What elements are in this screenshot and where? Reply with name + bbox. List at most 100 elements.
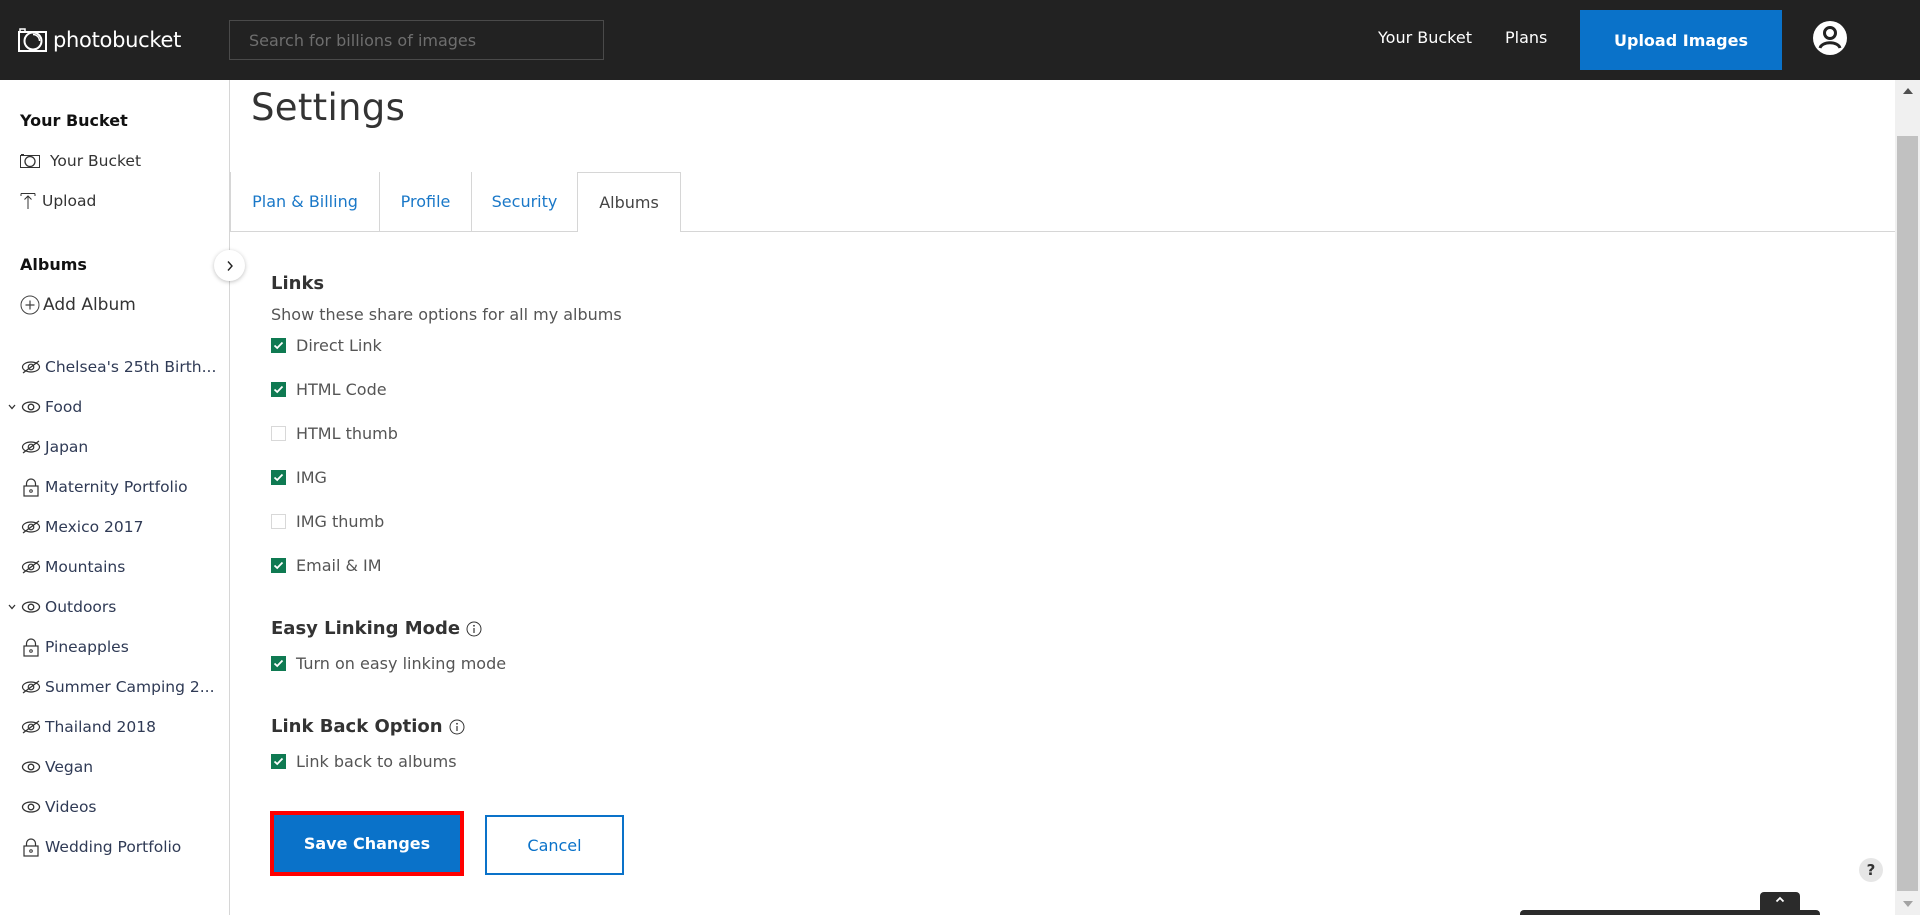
album-item[interactable]: Wedding Portfolio [4, 836, 181, 858]
tab-plan-billing[interactable]: Plan & Billing [230, 172, 379, 231]
album-label: Vegan [45, 758, 94, 776]
tabs-divider [230, 231, 1895, 232]
checkbox-html-thumb[interactable]: HTML thumb [271, 424, 398, 443]
checkbox-label: HTML thumb [296, 424, 398, 443]
checkbox-unchecked-icon[interactable] [271, 514, 286, 529]
album-item[interactable]: Chelsea's 25th Birth... [4, 356, 216, 378]
save-changes-button[interactable]: Save Changes [270, 811, 464, 876]
eye-slash-icon [20, 560, 42, 574]
checkbox-checked-icon[interactable] [271, 558, 286, 573]
lock-icon [20, 837, 42, 857]
add-album-button[interactable]: Add Album [20, 295, 136, 315]
scroll-up-arrow-icon[interactable] [1895, 80, 1920, 102]
eye-icon [20, 800, 42, 814]
checkbox-img-thumb[interactable]: IMG thumb [271, 512, 384, 531]
checkbox-link-back[interactable]: Link back to albums [271, 752, 457, 771]
album-item[interactable]: Food [4, 396, 82, 418]
checkbox-easy-linking[interactable]: Turn on easy linking mode [271, 654, 506, 673]
camera-logo-icon [18, 27, 47, 52]
album-label: Chelsea's 25th Birth... [45, 358, 217, 376]
album-item[interactable]: Thailand 2018 [4, 716, 156, 738]
top-header: photobucket Your Bucket Plans Upload Ima… [0, 0, 1920, 80]
checkbox-direct-link[interactable]: Direct Link [271, 336, 382, 355]
eye-slash-icon [20, 680, 42, 694]
sidebar-item-label: Upload [42, 192, 97, 210]
checkbox-checked-icon[interactable] [271, 754, 286, 769]
checkbox-label: HTML Code [296, 380, 387, 399]
album-label: Maternity Portfolio [45, 478, 188, 496]
help-button[interactable]: ? [1859, 858, 1883, 882]
add-album-label: Add Album [43, 295, 136, 315]
sidebar: Your Bucket Your Bucket Upload Albums Ad… [0, 80, 230, 915]
album-label: Thailand 2018 [45, 718, 156, 736]
nav-plans[interactable]: Plans [1505, 28, 1547, 47]
lock-icon [20, 637, 42, 657]
cancel-button[interactable]: Cancel [485, 815, 624, 875]
album-item[interactable]: Summer Camping 2... [4, 676, 215, 698]
album-label: Japan [45, 438, 89, 456]
album-label: Videos [45, 798, 97, 816]
upload-images-button[interactable]: Upload Images [1580, 10, 1782, 70]
lock-icon [20, 477, 42, 497]
album-item[interactable]: Videos [4, 796, 97, 818]
links-description: Show these share options for all my albu… [271, 305, 622, 324]
eye-slash-icon [20, 720, 42, 734]
album-item[interactable]: Pineapples [4, 636, 129, 658]
scrollbar-thumb[interactable] [1897, 136, 1918, 891]
eye-slash-icon [20, 520, 42, 534]
user-avatar-icon[interactable] [1813, 21, 1847, 55]
checkbox-img[interactable]: IMG [271, 468, 327, 487]
search-input[interactable] [229, 20, 604, 60]
links-heading-text: Links [271, 273, 325, 294]
tab-albums[interactable]: Albums [577, 172, 681, 232]
album-item[interactable]: Vegan [4, 756, 93, 778]
eye-icon [20, 600, 42, 614]
checkbox-label: Turn on easy linking mode [296, 654, 507, 673]
chevron-down-icon[interactable] [4, 604, 20, 610]
checkbox-checked-icon[interactable] [271, 656, 286, 671]
logo-text: photobucket [53, 28, 182, 52]
easy-linking-heading-text: Easy Linking Mode [271, 618, 461, 639]
nav-your-bucket[interactable]: Your Bucket [1378, 28, 1472, 47]
info-icon[interactable] [449, 719, 465, 735]
photobucket-logo[interactable]: photobucket [18, 27, 181, 53]
tab-security[interactable]: Security [471, 172, 577, 231]
scroll-down-arrow-icon[interactable] [1895, 893, 1920, 915]
checkbox-email-im[interactable]: Email & IM [271, 556, 382, 575]
album-label: Pineapples [45, 638, 129, 656]
sidebar-toggle-button[interactable] [214, 250, 245, 281]
album-item[interactable]: Mountains [4, 556, 125, 578]
chevron-up-icon [1775, 896, 1785, 903]
checkbox-label: IMG thumb [296, 512, 385, 531]
album-label: Summer Camping 2... [45, 678, 215, 696]
checkbox-checked-icon[interactable] [271, 382, 286, 397]
album-item[interactable]: Mexico 2017 [4, 516, 144, 538]
sidebar-item-upload[interactable]: Upload [20, 192, 96, 210]
checkbox-label: Direct Link [296, 336, 382, 355]
checkbox-checked-icon[interactable] [271, 338, 286, 353]
tab-profile[interactable]: Profile [379, 172, 471, 231]
chevron-down-icon[interactable] [4, 404, 20, 410]
sidebar-item-your-bucket[interactable]: Your Bucket [20, 152, 141, 170]
vertical-scrollbar[interactable] [1895, 80, 1920, 915]
checkbox-unchecked-icon[interactable] [271, 426, 286, 441]
easy-linking-heading: Easy Linking Mode [271, 618, 482, 639]
sidebar-heading-your-bucket: Your Bucket [20, 111, 128, 130]
eye-slash-icon [20, 440, 42, 454]
album-label: Mountains [45, 558, 126, 576]
links-heading: Links [271, 273, 324, 294]
album-label: Food [45, 398, 83, 416]
checkbox-html-code[interactable]: HTML Code [271, 380, 387, 399]
drawer-toggle-button[interactable] [1760, 892, 1800, 915]
album-label: Wedding Portfolio [45, 838, 182, 856]
album-item[interactable]: Outdoors [4, 596, 116, 618]
checkbox-checked-icon[interactable] [271, 470, 286, 485]
page-title: Settings [251, 86, 406, 129]
checkbox-label: IMG [296, 468, 327, 487]
info-icon[interactable] [466, 621, 482, 637]
album-item[interactable]: Maternity Portfolio [4, 476, 188, 498]
eye-icon [20, 760, 42, 774]
album-item[interactable]: Japan [4, 436, 88, 458]
link-back-heading: Link Back Option [271, 716, 465, 737]
link-back-heading-text: Link Back Option [271, 716, 443, 737]
